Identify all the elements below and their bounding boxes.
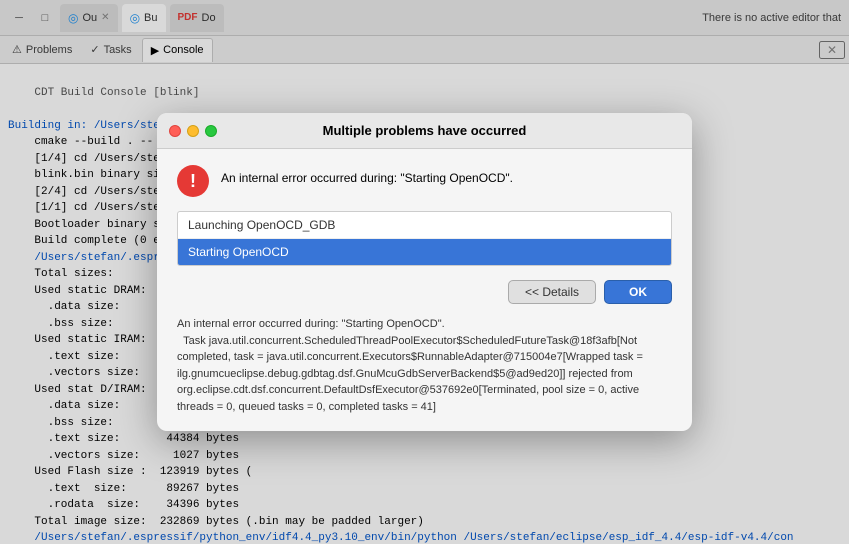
close-traffic-light[interactable]: [169, 125, 181, 137]
modal-error-header: ! An internal error occurred during: "St…: [177, 165, 672, 197]
error-list-item-launching[interactable]: Launching OpenOCD_GDB: [178, 212, 671, 239]
maximize-traffic-light[interactable]: [205, 125, 217, 137]
error-detail-text: An internal error occurred during: "Star…: [177, 316, 672, 415]
modal-button-row: << Details OK: [177, 280, 672, 304]
error-list: Launching OpenOCD_GDB Starting OpenOCD: [177, 211, 672, 266]
error-icon: !: [177, 165, 209, 197]
modal-title-bar: Multiple problems have occurred: [157, 113, 692, 149]
modal-overlay: Multiple problems have occurred ! An int…: [0, 0, 849, 544]
details-button[interactable]: << Details: [508, 280, 596, 304]
ok-button[interactable]: OK: [604, 280, 672, 304]
modal-body: ! An internal error occurred during: "St…: [157, 149, 692, 431]
modal-title: Multiple problems have occurred: [323, 123, 527, 138]
traffic-lights: [169, 125, 217, 137]
minimize-traffic-light[interactable]: [187, 125, 199, 137]
modal-dialog: Multiple problems have occurred ! An int…: [157, 113, 692, 431]
error-list-item-launching-label: Launching OpenOCD_GDB: [188, 218, 335, 232]
error-list-item-starting[interactable]: Starting OpenOCD: [178, 239, 671, 265]
error-header-message: An internal error occurred during: "Star…: [221, 165, 513, 185]
error-list-item-starting-label: Starting OpenOCD: [188, 245, 289, 259]
